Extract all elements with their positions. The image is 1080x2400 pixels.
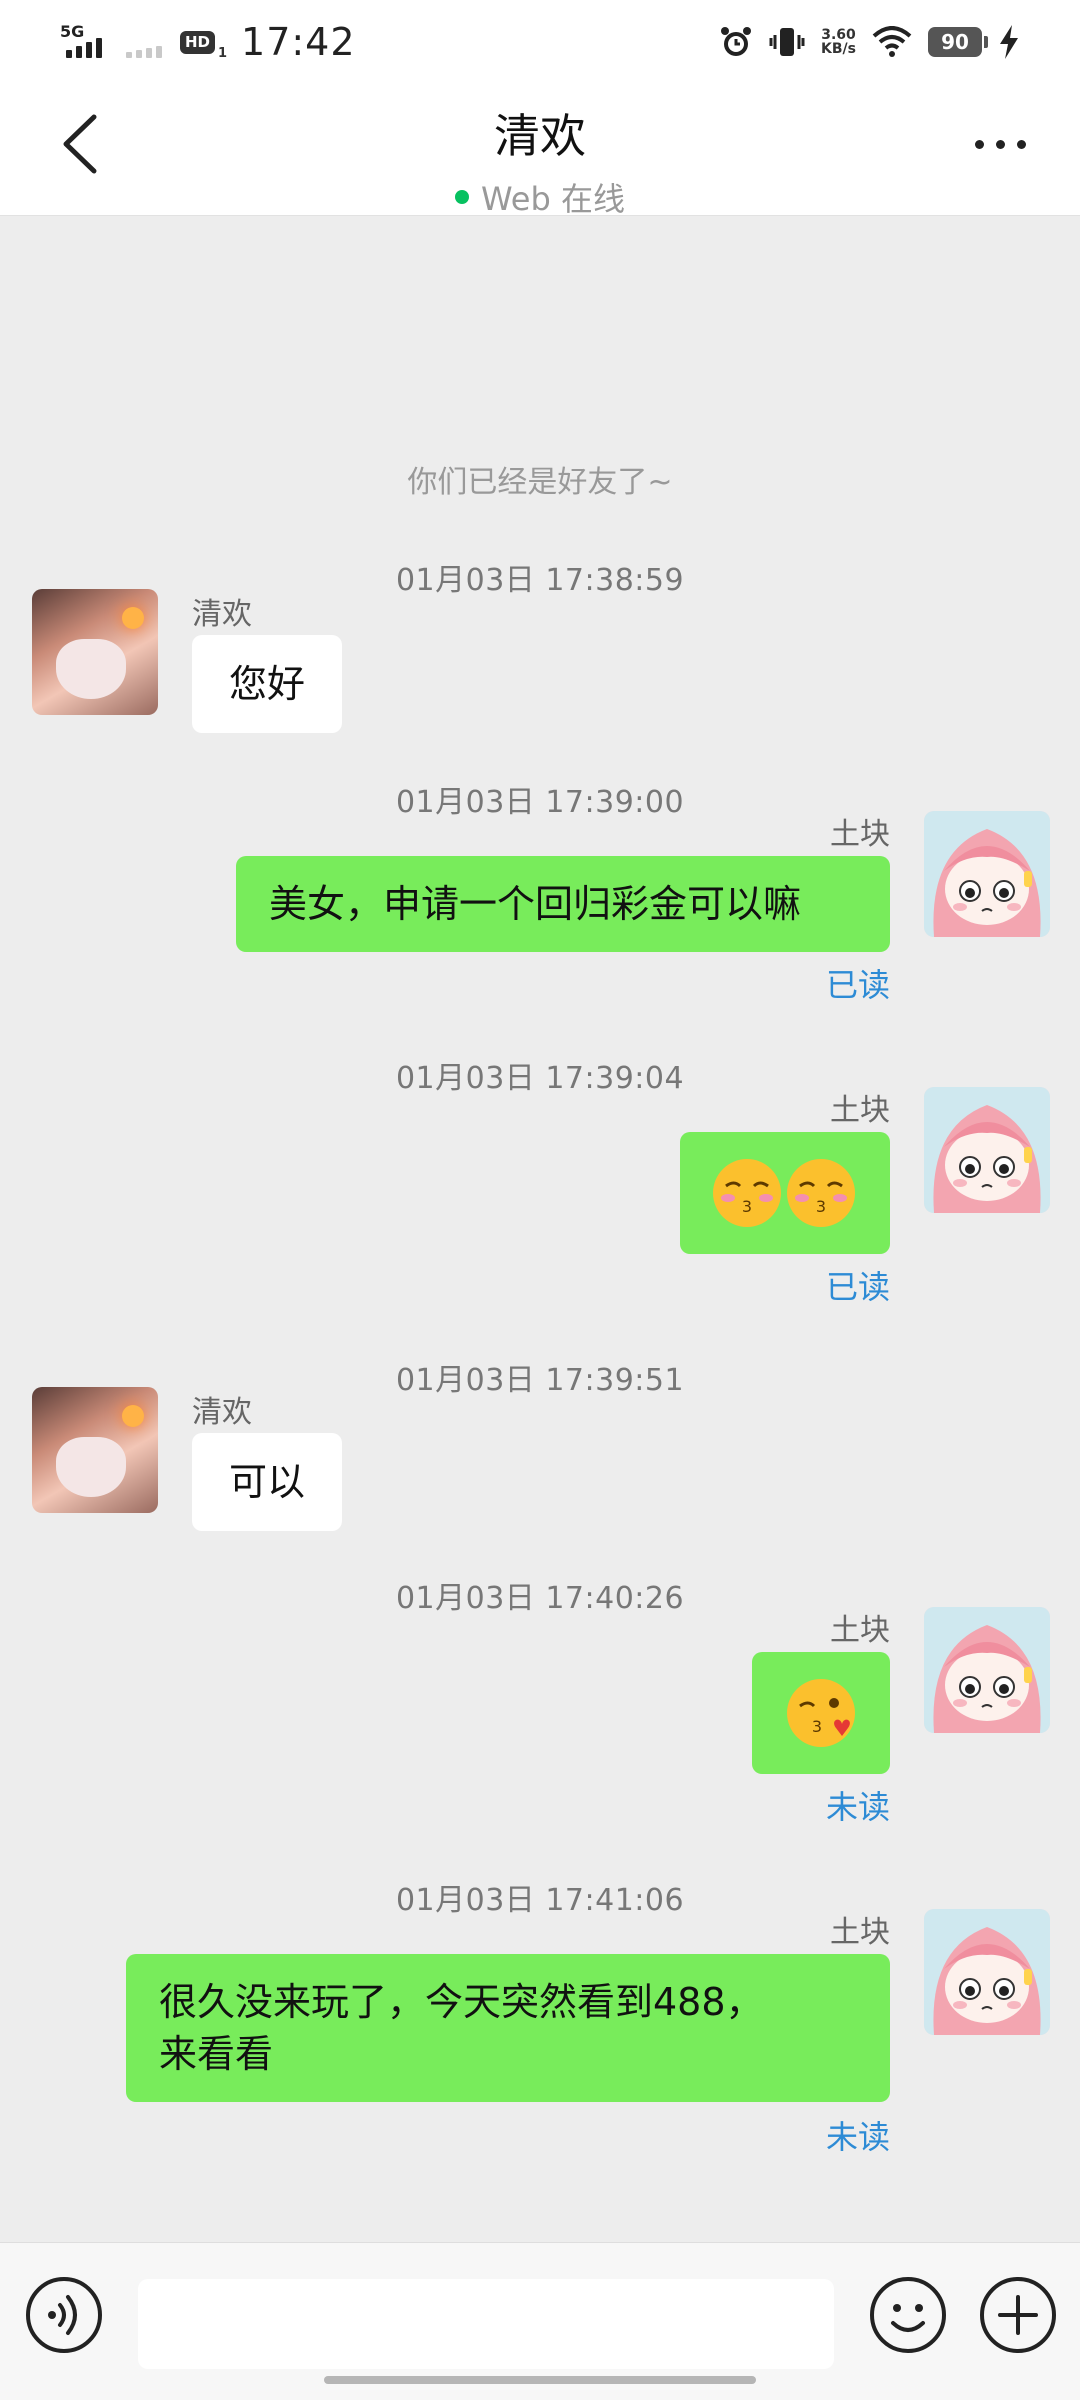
hd-badge: HD 1 bbox=[180, 30, 227, 60]
svg-text:3: 3 bbox=[812, 1717, 822, 1736]
sender-name: 土块 bbox=[830, 1613, 890, 1648]
svg-text:3: 3 bbox=[816, 1197, 826, 1216]
message-timestamp: 01月03日 17:39:51 bbox=[395, 1363, 685, 1398]
chat-title: 清欢 bbox=[494, 109, 586, 163]
message-bubble[interactable]: 3 bbox=[752, 1652, 890, 1774]
message-timestamp: 01月03日 17:39:04 bbox=[395, 1061, 685, 1096]
status-left: 5G HD 1 17:42 bbox=[60, 18, 356, 66]
signal-icon: 5G bbox=[60, 22, 110, 62]
online-status-label: Web 在线 bbox=[481, 180, 625, 218]
avatar[interactable] bbox=[924, 1909, 1050, 2035]
read-status: 未读 bbox=[825, 2118, 890, 2156]
online-status: Web 在线 bbox=[0, 174, 1080, 220]
avatar[interactable] bbox=[924, 1607, 1050, 1733]
signal-secondary-icon bbox=[120, 22, 170, 62]
input-bar bbox=[0, 2242, 1080, 2400]
message-text-line: 很久没来玩了，今天突然看到488， bbox=[159, 1980, 764, 2024]
message-bubble[interactable]: 您好 bbox=[192, 635, 342, 733]
status-bar: 5G HD 1 17:42 3.60 KB/s 90 bbox=[0, 0, 1080, 84]
sender-name: 土块 bbox=[830, 1093, 890, 1128]
chat-header: 清欢 Web 在线 bbox=[0, 84, 1080, 218]
sender-name: 土块 bbox=[830, 1915, 890, 1950]
online-dot-icon bbox=[455, 190, 470, 204]
message-text-line: 来看看 bbox=[159, 2032, 274, 2076]
message-list[interactable]: 你们已经是好友了~ 01月03日 17:38:59 清欢 您好 01月03日 1… bbox=[0, 217, 1080, 2242]
emoji-icon bbox=[870, 2277, 946, 2353]
avatar[interactable] bbox=[32, 589, 158, 715]
battery-icon: 90 bbox=[928, 27, 988, 57]
status-right: 3.60 KB/s 90 bbox=[719, 18, 1020, 66]
voice-button[interactable] bbox=[22, 2273, 106, 2357]
plus-icon bbox=[980, 2277, 1056, 2353]
sender-name: 土块 bbox=[830, 817, 890, 852]
avatar[interactable] bbox=[924, 811, 1050, 937]
avatar-illustration bbox=[924, 1607, 1050, 1733]
message-bubble[interactable]: 美女，申请一个回归彩金可以嘛 bbox=[236, 856, 890, 952]
status-time: 17:42 bbox=[241, 20, 356, 64]
avatar[interactable] bbox=[924, 1087, 1050, 1213]
kissing-closed-eyes-emoji-icon: 3 bbox=[787, 1159, 855, 1227]
system-note: 你们已经是好友了~ bbox=[407, 465, 673, 500]
avatar-illustration bbox=[924, 1087, 1050, 1213]
vibrate-icon bbox=[769, 28, 805, 56]
svg-text:3: 3 bbox=[742, 1197, 752, 1216]
more-functions-button[interactable] bbox=[976, 2273, 1060, 2357]
alarm-icon bbox=[721, 27, 752, 56]
home-indicator[interactable] bbox=[324, 2376, 756, 2384]
more-dots-icon bbox=[974, 139, 984, 149]
sender-name: 清欢 bbox=[192, 1395, 252, 1430]
message-timestamp: 01月03日 17:41:06 bbox=[395, 1883, 685, 1918]
avatar-illustration bbox=[924, 811, 1050, 937]
read-status: 已读 bbox=[825, 966, 890, 1004]
sender-name: 清欢 bbox=[192, 597, 252, 632]
emoji-button[interactable] bbox=[866, 2273, 950, 2357]
read-status: 未读 bbox=[825, 1788, 890, 1826]
avatar[interactable] bbox=[32, 1387, 158, 1513]
message-timestamp: 01月03日 17:38:59 bbox=[395, 563, 685, 598]
network-speed: 3.60 KB/s bbox=[821, 27, 856, 57]
avatar-illustration bbox=[924, 1909, 1050, 2035]
read-status: 已读 bbox=[825, 1268, 890, 1306]
message-bubble[interactable]: 3 3 bbox=[680, 1132, 890, 1254]
kissing-closed-eyes-emoji-icon: 3 bbox=[713, 1159, 781, 1227]
wifi-icon bbox=[872, 26, 912, 57]
message-timestamp: 01月03日 17:39:00 bbox=[395, 785, 685, 820]
message-bubble[interactable]: 很久没来玩了，今天突然看到488， 来看看 bbox=[126, 1954, 890, 2102]
message-timestamp: 01月03日 17:40:26 bbox=[395, 1581, 685, 1616]
message-input[interactable] bbox=[138, 2279, 834, 2369]
more-options-button[interactable] bbox=[960, 114, 1040, 174]
charging-icon bbox=[1000, 25, 1018, 59]
voice-icon bbox=[26, 2277, 102, 2353]
message-bubble[interactable]: 可以 bbox=[192, 1433, 342, 1531]
face-blowing-kiss-emoji-icon: 3 bbox=[787, 1679, 855, 1747]
